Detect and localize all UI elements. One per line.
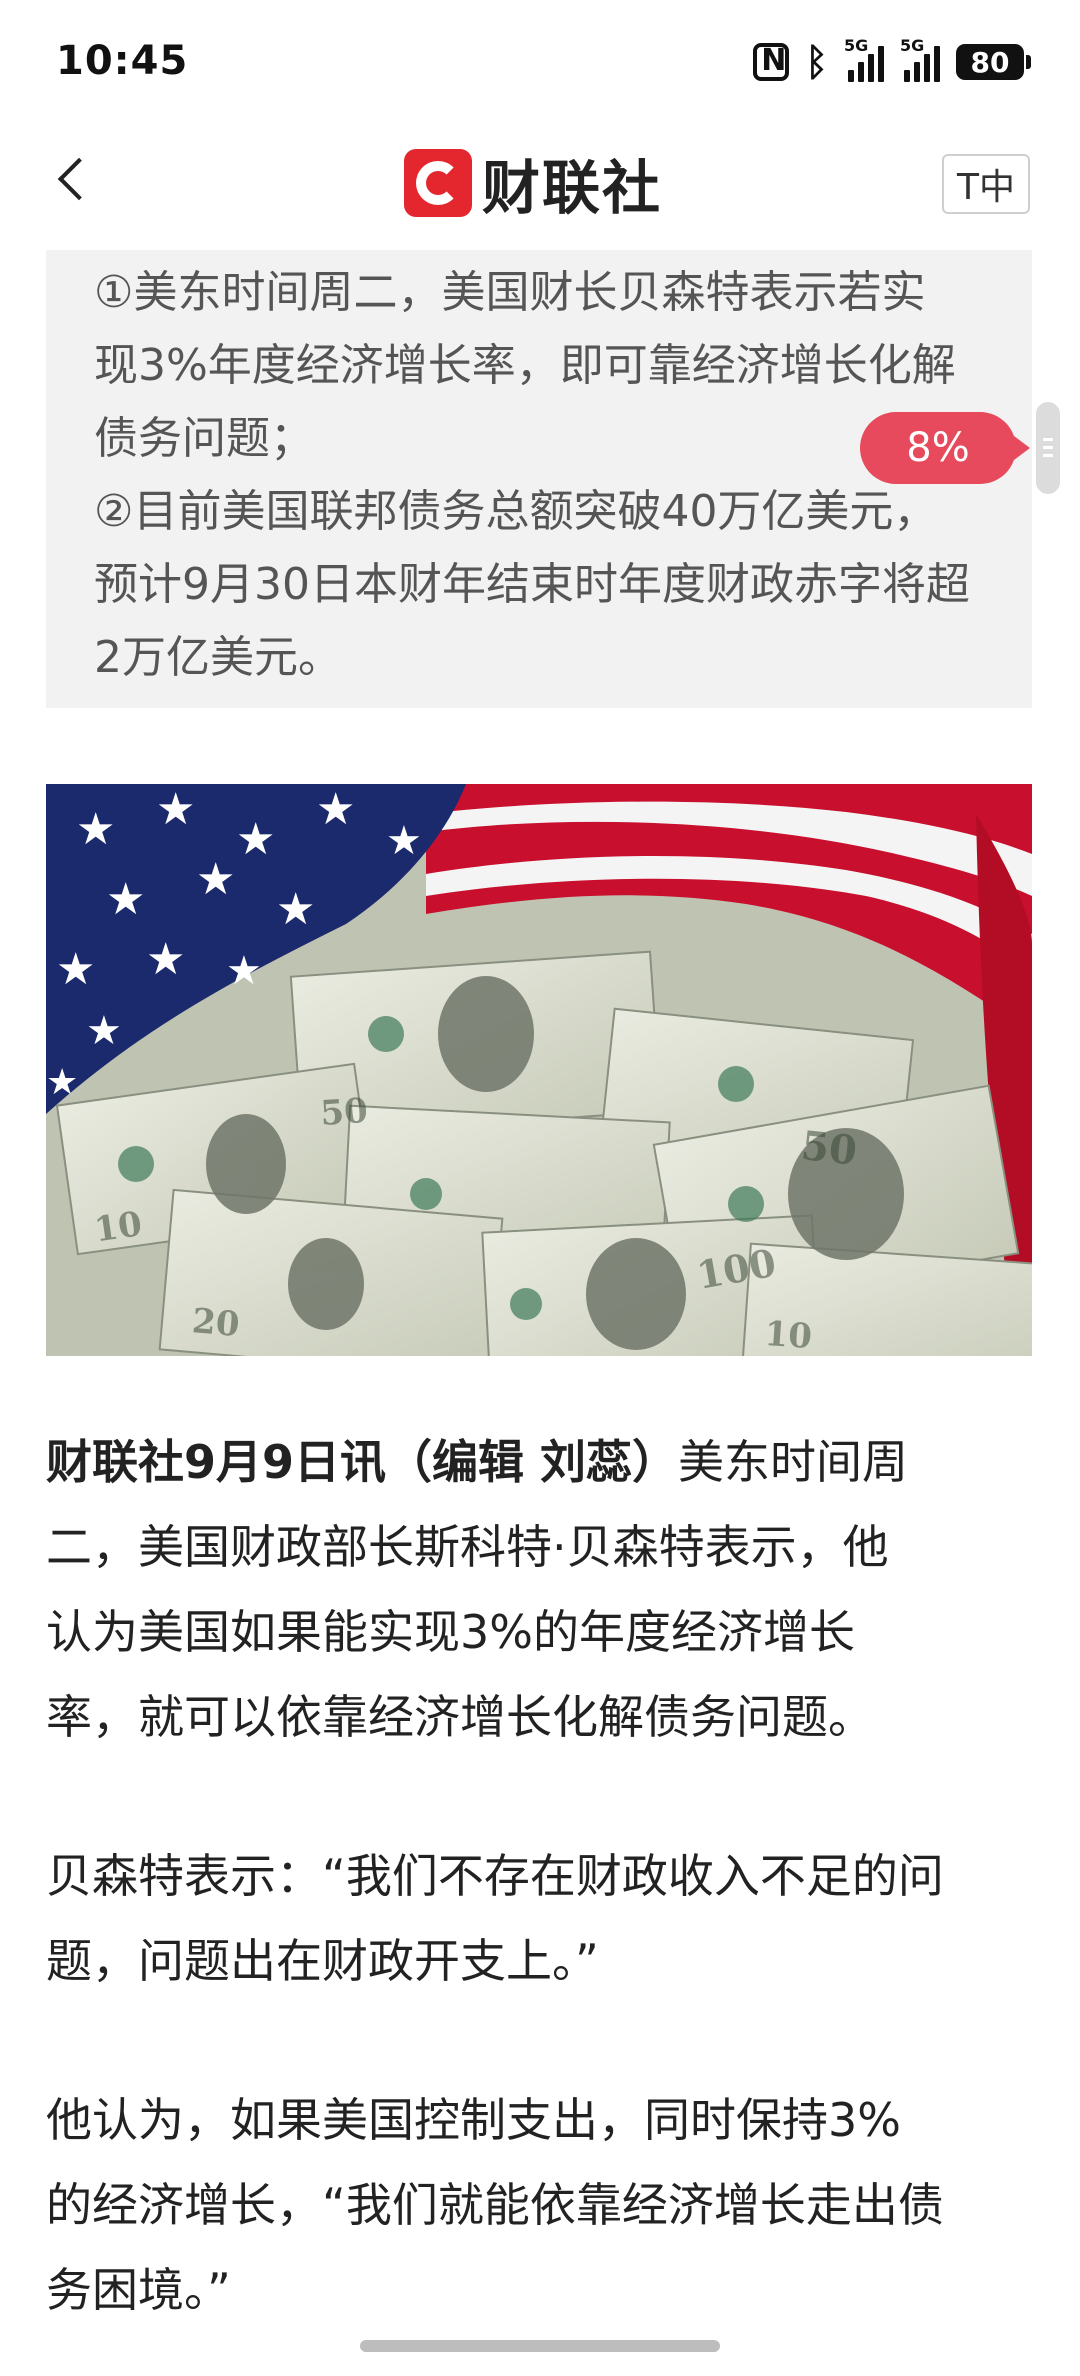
svg-text:★: ★ xyxy=(196,854,235,905)
summary-line: 现3%年度经济增长率，即可靠经济增长化解 xyxy=(94,340,956,391)
article-image: ★ ★ ★ ★ ★ ★ ★ ★ ★ ★ ★ ★ ★ 50 50 10 100 2… xyxy=(46,784,1032,1356)
paragraph-line: 率，就可以依靠经济增长化解债务问题。 xyxy=(46,1690,874,1744)
nfc-icon xyxy=(753,43,790,81)
back-button[interactable] xyxy=(48,152,108,212)
svg-text:★: ★ xyxy=(226,948,262,994)
status-bar: 10:45 ᛒ 5G 5G 80 xyxy=(0,0,1080,120)
summary-line: 债务问题； xyxy=(94,413,314,464)
bluetooth-icon: ᛒ xyxy=(805,40,828,84)
paragraph-line: 财联社9月9日讯（编辑 刘蕊）美东时间周 xyxy=(46,1420,1032,1505)
summary-line: ①美东时间周二，美国财长贝森特表示若实 xyxy=(94,267,926,318)
article-body: 财联社9月9日讯（编辑 刘蕊）美东时间周 二，美国财政部长斯科特·贝森特表示，他… xyxy=(46,1420,1032,2376)
paragraph-line: 贝森特表示：“我们不存在财政收入不足的问 xyxy=(46,1849,944,1903)
summary-line: ②目前美国联邦债务总额突破40万亿美元， xyxy=(94,486,938,537)
svg-text:50: 50 xyxy=(799,1122,859,1175)
flag-and-dollars-illustration: ★ ★★★★ ★ ★★ ★ ★ ★ ★★ 50 50 10 100 20 10 xyxy=(46,784,1032,1356)
svg-text:★: ★ xyxy=(146,934,185,985)
status-icons: ᛒ 5G 5G 80 xyxy=(753,36,1031,84)
article-paragraph: 贝森特表示：“我们不存在财政收入不足的问 题，问题出在财政开支上。” xyxy=(46,1834,1032,2004)
summary-line: 预计9月30日本财年结束时年度财政赤字将超 xyxy=(94,559,970,610)
svg-text:★: ★ xyxy=(86,1008,122,1054)
svg-text:10: 10 xyxy=(92,1204,144,1250)
reading-progress-badge: 8% xyxy=(860,412,1030,484)
cls-logo-icon xyxy=(404,149,472,217)
svg-text:50: 50 xyxy=(319,1091,369,1134)
svg-text:★: ★ xyxy=(156,784,195,835)
home-indicator[interactable] xyxy=(360,2340,720,2352)
font-size-button[interactable]: T中 xyxy=(942,154,1030,214)
back-arrow-icon xyxy=(57,157,101,201)
battery-icon: 80 xyxy=(956,44,1031,80)
paragraph-line: 题，问题出在财政开支上。” xyxy=(46,1934,599,1988)
svg-text:★: ★ xyxy=(236,814,275,865)
status-time: 10:45 xyxy=(56,38,189,84)
svg-text:20: 20 xyxy=(190,1301,241,1345)
svg-text:★: ★ xyxy=(46,1062,78,1103)
svg-text:10: 10 xyxy=(763,1314,813,1356)
svg-text:★: ★ xyxy=(56,944,95,995)
paragraph-line: 认为美国如果能实现3%的年度经济增长 xyxy=(46,1605,855,1659)
summary-line: 2万亿美元。 xyxy=(94,632,342,683)
brand-name: 财联社 xyxy=(482,154,663,222)
article-page: 10:45 ᛒ 5G 5G 80 财联社 T中 ① xyxy=(0,0,1080,2376)
network-type-label: 5G xyxy=(844,36,869,55)
paragraph-line: 务困境。” xyxy=(46,2263,231,2317)
scrollbar-handle[interactable] xyxy=(1036,402,1060,494)
svg-text:★: ★ xyxy=(386,818,422,864)
svg-text:★: ★ xyxy=(276,884,315,935)
paragraph-line: 二，美国财政部长斯科特·贝森特表示，他 xyxy=(46,1520,889,1574)
svg-text:★: ★ xyxy=(106,874,145,925)
svg-text:★: ★ xyxy=(76,804,115,855)
battery-level: 80 xyxy=(970,45,1010,79)
article-paragraph: 财联社9月9日讯（编辑 刘蕊）美东时间周 二，美国财政部长斯科特·贝森特表示，他… xyxy=(46,1420,1032,1760)
brand-logo: 财联社 xyxy=(404,148,662,222)
article-paragraph: 他认为，如果美国控制支出，同时保持3% 的经济增长，“我们就能依靠经济增长走出债… xyxy=(46,2078,1032,2333)
network-type-label: 5G xyxy=(900,36,925,55)
signal-icon: 5G xyxy=(900,36,940,82)
signal-icon: 5G xyxy=(844,36,884,82)
app-header: 财联社 T中 xyxy=(0,120,1080,250)
paragraph-text: 美东时间周 xyxy=(678,1435,909,1489)
svg-text:★: ★ xyxy=(316,784,355,835)
paragraph-line: 的经济增长，“我们就能依靠经济增长走出债 xyxy=(46,2178,944,2232)
article-lead: 财联社9月9日讯（编辑 刘蕊） xyxy=(46,1435,679,1489)
paragraph-line: 他认为，如果美国控制支出，同时保持3% xyxy=(46,2093,901,2147)
